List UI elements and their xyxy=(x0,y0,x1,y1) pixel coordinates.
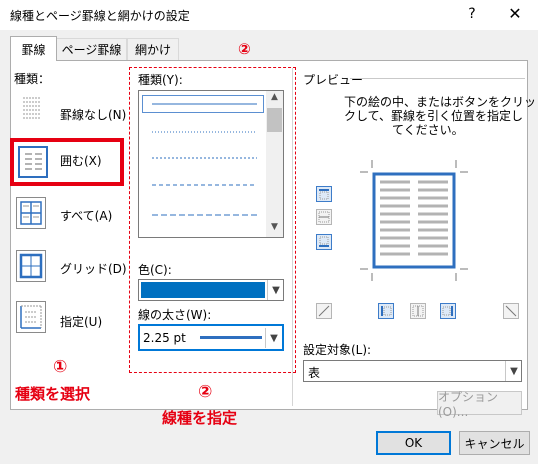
scroll-thumb[interactable] xyxy=(267,108,282,132)
chevron-down-icon[interactable]: ▼ xyxy=(267,280,284,300)
help-button[interactable]: ? xyxy=(462,6,482,22)
chevron-down-icon[interactable]: ▼ xyxy=(505,361,522,381)
window-title: 線種とページ罫線と網かけの設定 xyxy=(10,9,190,23)
annotation-text-2: 線種を指定 xyxy=(162,409,238,427)
tab-borders[interactable]: 罫線 xyxy=(10,36,57,61)
border-right-icon[interactable] xyxy=(440,303,456,319)
preview-heading-rule xyxy=(350,78,525,79)
border-left-icon[interactable] xyxy=(378,303,394,319)
line-style-list[interactable] xyxy=(138,90,284,238)
border-grid-icon[interactable] xyxy=(16,250,46,282)
apply-to-value: 表 xyxy=(308,366,321,380)
options-button[interactable]: オプション(O)... xyxy=(437,390,522,419)
preview-area[interactable] xyxy=(358,158,470,283)
color-swatch xyxy=(141,282,265,298)
scroll-down-icon[interactable]: ▼ xyxy=(267,222,282,236)
border-inside-horizontal-icon[interactable] xyxy=(316,209,332,225)
setting-option-grid[interactable]: グリッド(D) xyxy=(60,260,127,277)
scroll-up-icon[interactable]: ▲ xyxy=(267,92,282,106)
border-top-icon[interactable] xyxy=(316,186,332,202)
border-custom-icon[interactable] xyxy=(16,301,46,333)
diagonal-up-icon[interactable] xyxy=(316,303,332,319)
diagonal-down-icon[interactable] xyxy=(503,303,519,319)
border-all-icon[interactable] xyxy=(16,197,46,229)
column-divider xyxy=(292,68,293,406)
width-label: 線の太さ(W): xyxy=(138,308,212,322)
setting-heading: 種類： xyxy=(14,72,51,86)
tab-page-borders[interactable]: ページ罫線 xyxy=(56,38,127,60)
color-label: 色(C): xyxy=(138,263,172,277)
annotation-circle-2: ② xyxy=(198,382,213,402)
tab-shading[interactable]: 網かけ xyxy=(127,38,179,60)
ok-button[interactable]: OK xyxy=(376,431,451,455)
annotation-circle-2-top: ② xyxy=(238,40,251,58)
cancel-button[interactable]: キャンセル xyxy=(459,431,530,455)
width-dropdown[interactable]: 2.25 pt ▼ xyxy=(138,324,284,351)
setting-option-all[interactable]: すべて(A) xyxy=(60,207,112,224)
apply-to-label: 設定対象(L): xyxy=(303,343,372,357)
width-line-sample xyxy=(200,336,262,339)
border-inside-vertical-icon[interactable] xyxy=(410,303,426,319)
annotation-text-1: 種類を選択 xyxy=(15,385,91,403)
annotation-selection-box xyxy=(10,138,124,186)
preview-heading: プレビュー xyxy=(303,73,364,87)
style-heading: 種類(Y): xyxy=(138,73,183,87)
annotation-circle-1: ① xyxy=(53,357,68,377)
border-none-icon[interactable] xyxy=(16,92,46,124)
apply-to-dropdown[interactable]: 表 ▼ xyxy=(303,360,522,382)
setting-option-custom[interactable]: 指定(U) xyxy=(60,313,102,330)
preview-instruction-3: てください。 xyxy=(392,123,464,137)
color-dropdown[interactable]: ▼ xyxy=(138,279,284,301)
border-bottom-icon[interactable] xyxy=(316,234,332,250)
close-button[interactable]: ✕ xyxy=(505,4,525,23)
chevron-down-icon[interactable]: ▼ xyxy=(265,328,282,348)
setting-option-none[interactable]: 罫線なし(N) xyxy=(60,106,126,123)
width-value: 2.25 pt xyxy=(143,331,186,345)
